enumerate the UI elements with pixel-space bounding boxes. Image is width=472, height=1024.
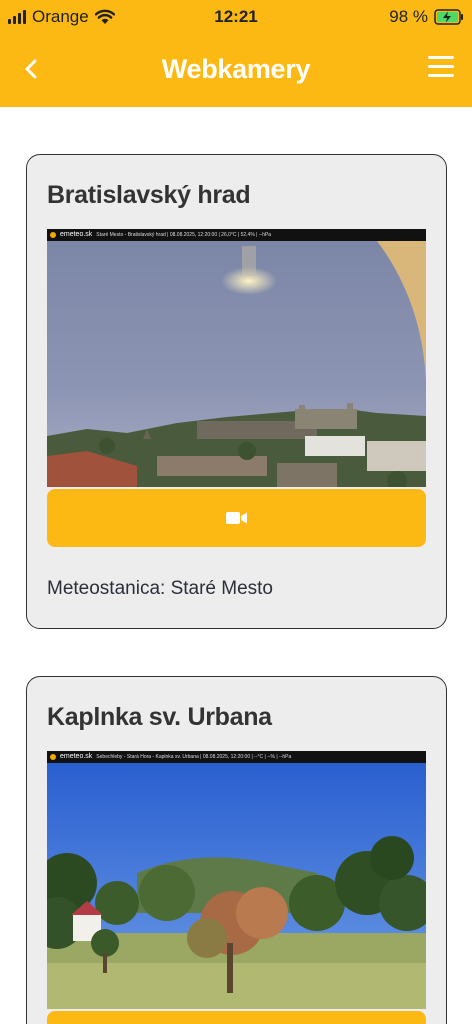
nav-header: Webkamery [0, 34, 472, 107]
webcam-title: Bratislavský hrad [47, 181, 251, 209]
brand-logo-icon [50, 232, 56, 238]
webcam-caption: Staré Mesto - Bratislavský hrad | 08.08.… [96, 232, 272, 238]
battery-percent: 98 % [389, 7, 428, 26]
webcam-card: Bratislavský hrad emeteo.sk Staré Mesto … [26, 154, 447, 629]
page-title: Webkamery [161, 54, 311, 84]
webcam-caption: Sebechleby - Stará Hora - Kaplnka sv. Ur… [96, 754, 292, 760]
webcam-title: Kaplnka sv. Urbana [47, 703, 272, 731]
webcam-image[interactable]: emeteo.sk Sebechleby - Stará Hora - Kapl… [47, 751, 426, 1009]
webcam-card: Kaplnka sv. Urbana emeteo.sk Sebechleby … [26, 676, 447, 1024]
battery-info: 98 % [389, 7, 464, 27]
video-camera-icon [225, 512, 247, 524]
brand-logo-icon [50, 754, 56, 760]
play-video-button[interactable] [47, 1011, 426, 1024]
webcam-brand: emeteo.sk [60, 753, 93, 760]
hamburger-menu-icon[interactable] [428, 56, 454, 80]
status-bar: Orange 12:21 98 % [0, 0, 472, 34]
webcam-brand: emeteo.sk [60, 231, 93, 238]
webcam-picture-chapel [47, 763, 426, 1009]
station-label: Meteostanica: Staré Mesto [47, 578, 273, 599]
webcam-caption-bar: emeteo.sk Staré Mesto - Bratislavský hra… [47, 229, 426, 241]
play-video-button[interactable] [47, 489, 426, 547]
webcam-picture-castle [47, 241, 426, 487]
battery-charging-icon [434, 9, 463, 25]
app-header-background: Orange 12:21 98 % Webkamery [0, 0, 472, 107]
webcam-image[interactable]: emeteo.sk Staré Mesto - Bratislavský hra… [47, 229, 426, 487]
webcam-caption-bar: emeteo.sk Sebechleby - Stará Hora - Kapl… [47, 751, 426, 763]
